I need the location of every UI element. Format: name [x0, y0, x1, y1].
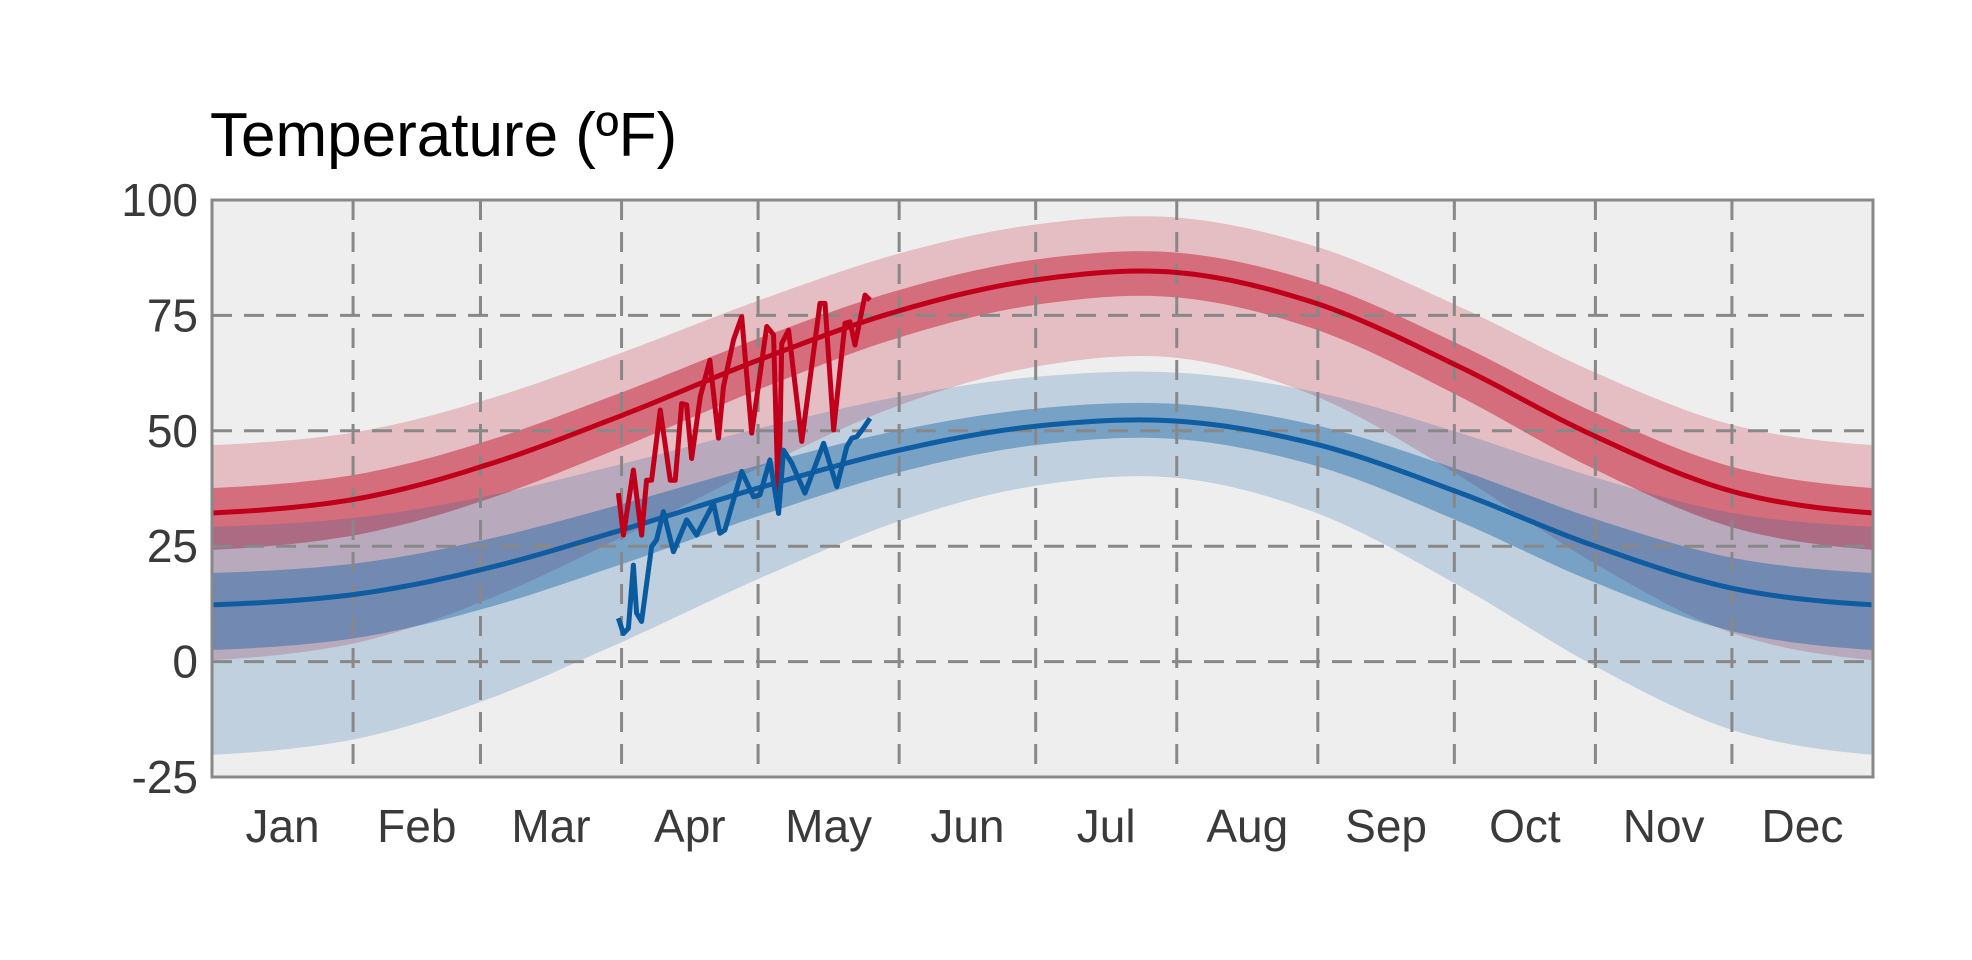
month-label: Aug	[1206, 800, 1288, 852]
month-label: Dec	[1762, 800, 1844, 852]
chart-title: Temperature (ºF)	[210, 101, 677, 170]
month-label: Oct	[1489, 800, 1561, 852]
month-label: Jul	[1077, 800, 1136, 852]
y-tick-label: -25	[132, 751, 198, 803]
month-label: Mar	[511, 800, 590, 852]
temperature-chart: Temperature (ºF) -25 0 25 50 75 100 Jan Feb Mar…	[121, 101, 1875, 852]
y-tick-label: 100	[121, 174, 198, 226]
y-tick-label: 75	[147, 289, 198, 341]
month-label: Apr	[654, 800, 726, 852]
month-label: May	[785, 800, 872, 852]
month-label: Feb	[377, 800, 456, 852]
month-label: Jan	[245, 800, 319, 852]
month-label: Jun	[930, 800, 1004, 852]
y-axis: -25 0 25 50 75 100	[121, 174, 198, 803]
x-axis: Jan Feb Mar Apr May Jun Jul Aug Sep Oct Nov Dec	[245, 800, 1843, 852]
month-label: Nov	[1623, 800, 1705, 852]
month-label: Sep	[1345, 800, 1427, 852]
y-tick-label: 0	[172, 636, 198, 688]
y-tick-label: 50	[147, 405, 198, 457]
y-tick-label: 25	[147, 520, 198, 572]
